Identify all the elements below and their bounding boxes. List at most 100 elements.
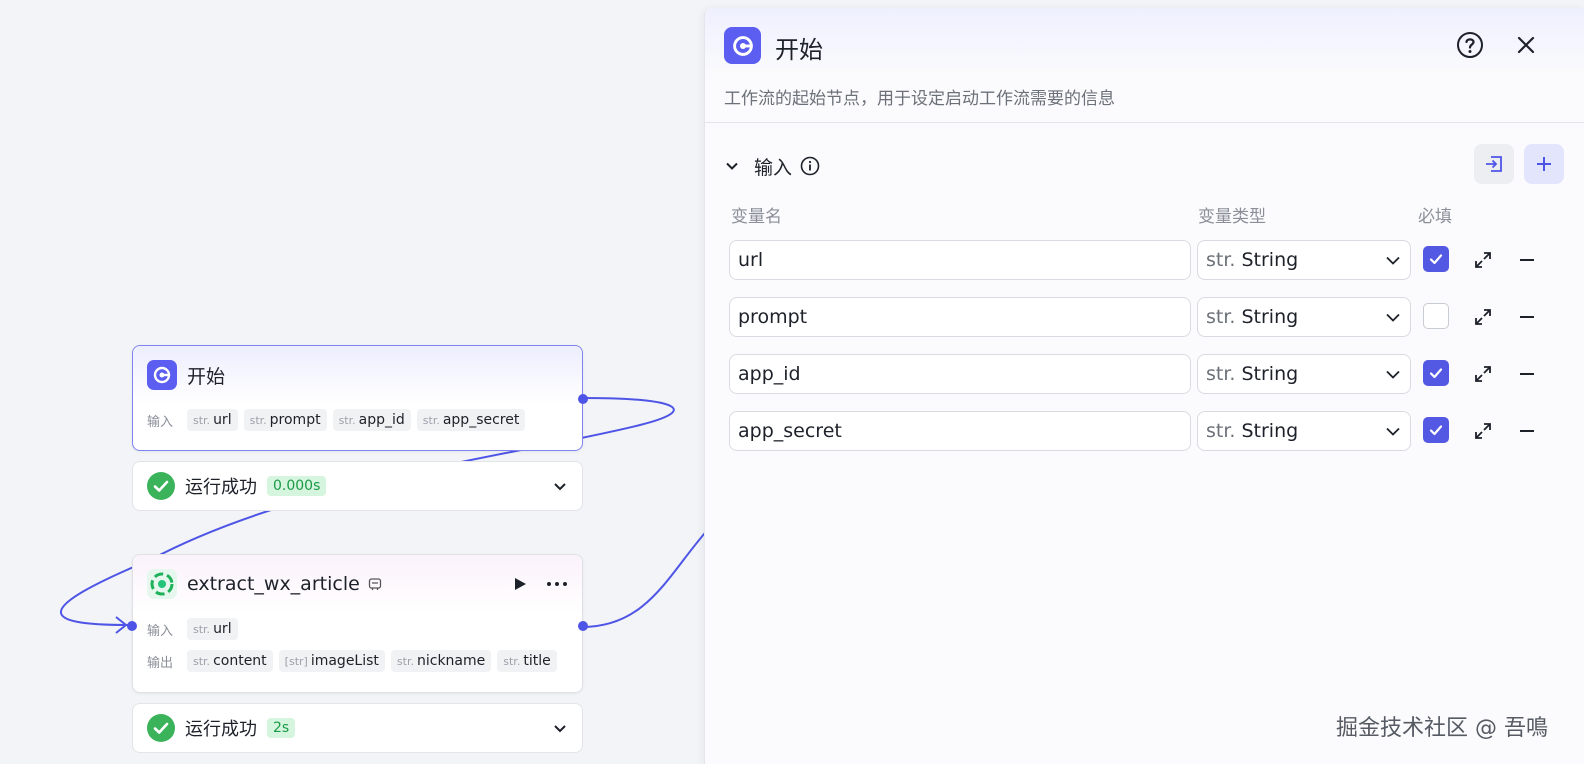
node-settings-panel: 开始 工作流的起始节点，用于设定启动工作流需要的信息 输入 变量名 变量类型 必… [704,8,1584,764]
input-label: 输入 [147,414,174,430]
variable-row: str. String [729,411,1569,451]
plugin-node[interactable]: extract_wx_article 输入 str. url 输出 str. con… [127,554,588,693]
variable-name-input[interactable] [729,411,1191,451]
plugin-logo-icon [147,569,177,599]
remove-variable-button[interactable] [1513,417,1541,445]
variable-row: str. String [729,297,1569,337]
run-icon[interactable] [512,576,528,592]
variable-name-input[interactable] [729,354,1191,394]
remove-variable-button[interactable] [1513,360,1541,388]
start-node[interactable]: 开始 输入 str. url str. prompt str. app_id str.… [132,345,588,451]
input-chip: str. app_secret [416,409,526,431]
output-chip: str. nickname [390,650,492,672]
plugin-badge-icon [368,578,381,590]
plugin-run-status[interactable]: 运行成功 2s [132,703,583,753]
expand-icon [1475,423,1491,439]
status-text: 运行成功 [185,477,257,498]
add-variable-button[interactable] [1524,144,1564,184]
edge-plugin-to-next [581,524,713,628]
output-chip: [str] imageList [278,650,385,672]
info-icon[interactable] [800,156,820,176]
input-chip: str. app_id [332,409,411,431]
input-chip: str. url [187,409,238,431]
status-text: 运行成功 [185,719,257,740]
minus-icon [1520,373,1534,375]
chevron-down-icon[interactable] [552,478,568,494]
output-chip: str. title [497,650,557,672]
output-label: 输出 [147,655,174,671]
expand-button[interactable] [1469,360,1497,388]
chevron-down-icon [1386,427,1400,436]
check-icon [1429,425,1443,436]
expand-button[interactable] [1469,246,1497,274]
variable-name-input[interactable] [729,240,1191,280]
required-checkbox[interactable] [1423,360,1449,386]
start-node-header: 开始 [133,346,582,404]
expand-button[interactable] [1469,303,1497,331]
start-node-title: 开始 [187,365,226,388]
variable-type-select[interactable]: str. String [1197,240,1411,280]
minus-icon [1520,316,1534,318]
panel-description: 工作流的起始节点，用于设定启动工作流需要的信息 [724,89,1115,109]
close-button[interactable] [1511,30,1541,60]
remove-variable-button[interactable] [1513,246,1541,274]
close-icon [1517,36,1535,54]
chevron-down-icon [1386,256,1400,265]
plugin-node-inputs: 输入 str. url [133,613,582,645]
edge-arrow [115,616,128,634]
plugin-node-title: extract_wx_article [187,573,360,595]
required-checkbox[interactable] [1423,303,1449,329]
start-output-port[interactable] [578,394,588,404]
variable-type-select[interactable]: str. String [1197,354,1411,394]
watermark: 掘金技术社区 @ 吾鳴 [1336,716,1548,741]
variable-type-select[interactable]: str. String [1197,297,1411,337]
column-header-name: 变量名 [731,207,782,227]
variable-row: str. String [729,240,1569,280]
variable-type-select[interactable]: str. String [1197,411,1411,451]
check-circle-icon [147,714,175,742]
start-node-inputs: 输入 str. url str. prompt str. app_id str. app… [133,404,582,436]
check-icon [1429,254,1443,265]
input-section-header: 输入 [724,144,1564,188]
required-checkbox[interactable] [1423,246,1449,272]
expand-button[interactable] [1469,417,1497,445]
plugin-input-port[interactable] [127,621,137,631]
expand-icon [1475,366,1491,382]
required-checkbox[interactable] [1423,417,1449,443]
chevron-down-icon [1386,370,1400,379]
input-label: 输入 [147,623,174,639]
input-chip: str. url [187,618,238,640]
expand-icon [1475,309,1491,325]
help-button[interactable] [1455,30,1485,60]
plugin-output-port[interactable] [578,621,588,631]
check-circle-icon [147,472,175,500]
variable-name-input[interactable] [729,297,1191,337]
chevron-down-icon[interactable] [724,158,740,174]
status-time-badge: 0.000s [267,476,327,496]
start-icon [147,360,177,390]
import-icon [1486,156,1502,172]
minus-icon [1520,430,1534,432]
input-chip: str. prompt [243,409,327,431]
status-time-badge: 2s [267,718,296,738]
start-run-status[interactable]: 运行成功 0.000s [132,461,583,511]
start-icon [724,27,761,64]
expand-icon [1475,252,1491,268]
panel-title: 开始 [775,36,823,64]
remove-variable-button[interactable] [1513,303,1541,331]
import-button[interactable] [1474,144,1514,184]
plugin-node-header: extract_wx_article [133,555,582,613]
panel-header: 开始 工作流的起始节点，用于设定启动工作流需要的信息 [705,8,1584,123]
check-icon [1429,368,1443,379]
help-icon [1457,32,1483,58]
chevron-down-icon[interactable] [552,720,568,736]
plus-icon [1537,157,1551,171]
variable-row: str. String [729,354,1569,394]
column-header-type: 变量类型 [1198,207,1266,227]
chevron-down-icon [1386,313,1400,322]
column-header-required: 必填 [1418,207,1452,227]
plugin-node-outputs: 输出 str. content [str] imageList str. nickna… [133,645,582,677]
more-icon[interactable] [546,581,568,587]
output-chip: str. content [187,650,273,672]
section-title: 输入 [754,156,793,179]
